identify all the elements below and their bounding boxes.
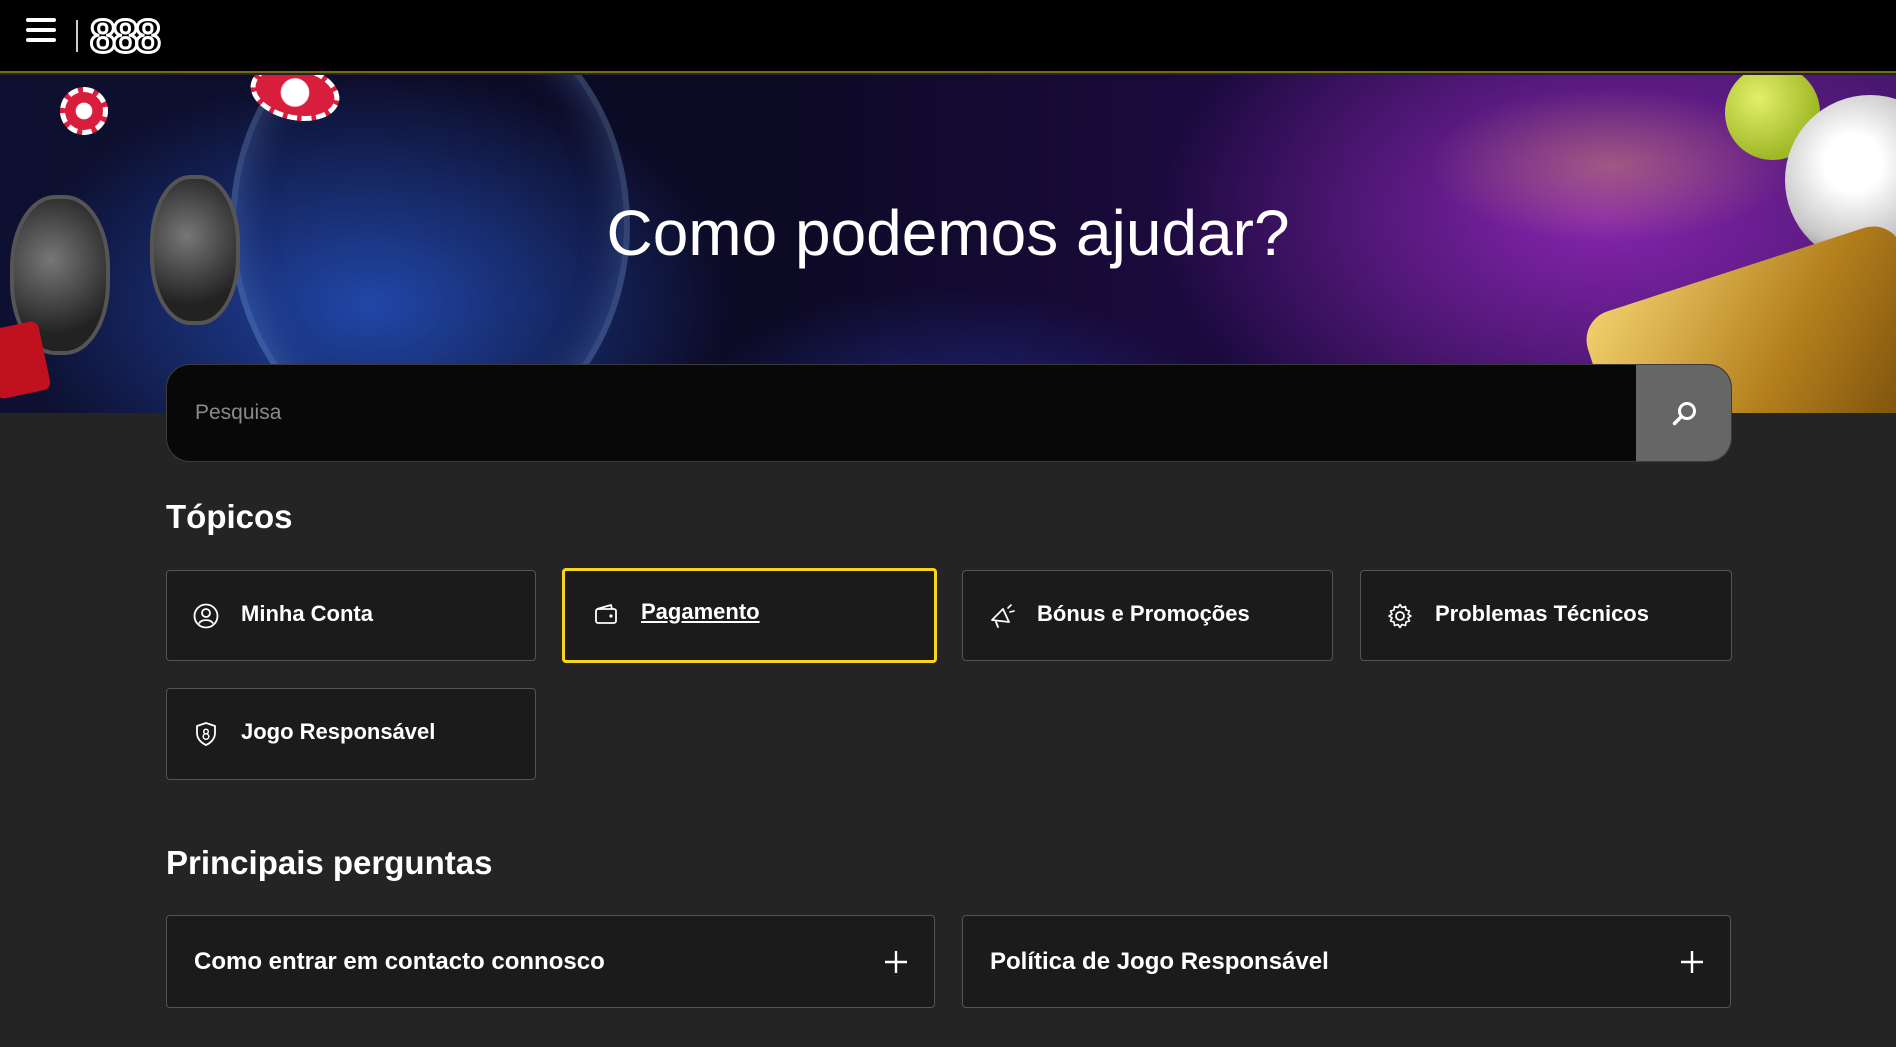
wallet-icon [595, 604, 617, 624]
hamburger-menu-icon[interactable] [26, 18, 58, 46]
search-input[interactable] [167, 365, 1637, 461]
faq-item-politica-jogo[interactable]: Política de Jogo Responsável [962, 915, 1731, 1008]
topic-bonus-promocoes[interactable]: Bónus e Promoções [962, 570, 1333, 661]
user-icon [193, 603, 219, 629]
plus-icon[interactable] [1680, 950, 1704, 974]
search-button[interactable] [1636, 365, 1731, 461]
poker-chip-decor [60, 87, 108, 135]
topic-pagamento[interactable]: Pagamento [562, 568, 937, 663]
faq-item-contacto[interactable]: Como entrar em contacto connosco [166, 915, 935, 1008]
topic-label: Minha Conta [241, 601, 373, 626]
shield-8-icon [196, 722, 216, 746]
topic-label: Jogo Responsável [241, 719, 436, 744]
gear-icon [1388, 603, 1412, 629]
faq-question: Como entrar em contacto connosco [194, 948, 605, 975]
header-divider [76, 20, 78, 52]
topics-heading: Tópicos [166, 498, 293, 535]
megaphone-icon [991, 604, 1015, 628]
topic-jogo-responsavel[interactable]: Jogo Responsável [166, 688, 536, 780]
topic-problemas-tecnicos[interactable]: Problemas Técnicos [1360, 570, 1732, 661]
topic-label: Pagamento [641, 599, 760, 624]
brand-logo[interactable]: 888 [89, 11, 163, 62]
topic-label: Bónus e Promoções [1037, 601, 1250, 626]
topic-label: Problemas Técnicos [1435, 601, 1649, 626]
search-icon [1672, 402, 1696, 426]
plus-icon[interactable] [884, 950, 908, 974]
topic-minha-conta[interactable]: Minha Conta [166, 570, 536, 661]
faq-question: Política de Jogo Responsável [990, 948, 1329, 975]
hero-title: Como podemos ajudar? [606, 197, 1290, 269]
top-bar: 888 [0, 0, 1896, 73]
hero-banner: Como podemos ajudar? [0, 75, 1896, 413]
faqs-heading: Principais perguntas [166, 844, 493, 881]
search-bar [166, 364, 1732, 462]
